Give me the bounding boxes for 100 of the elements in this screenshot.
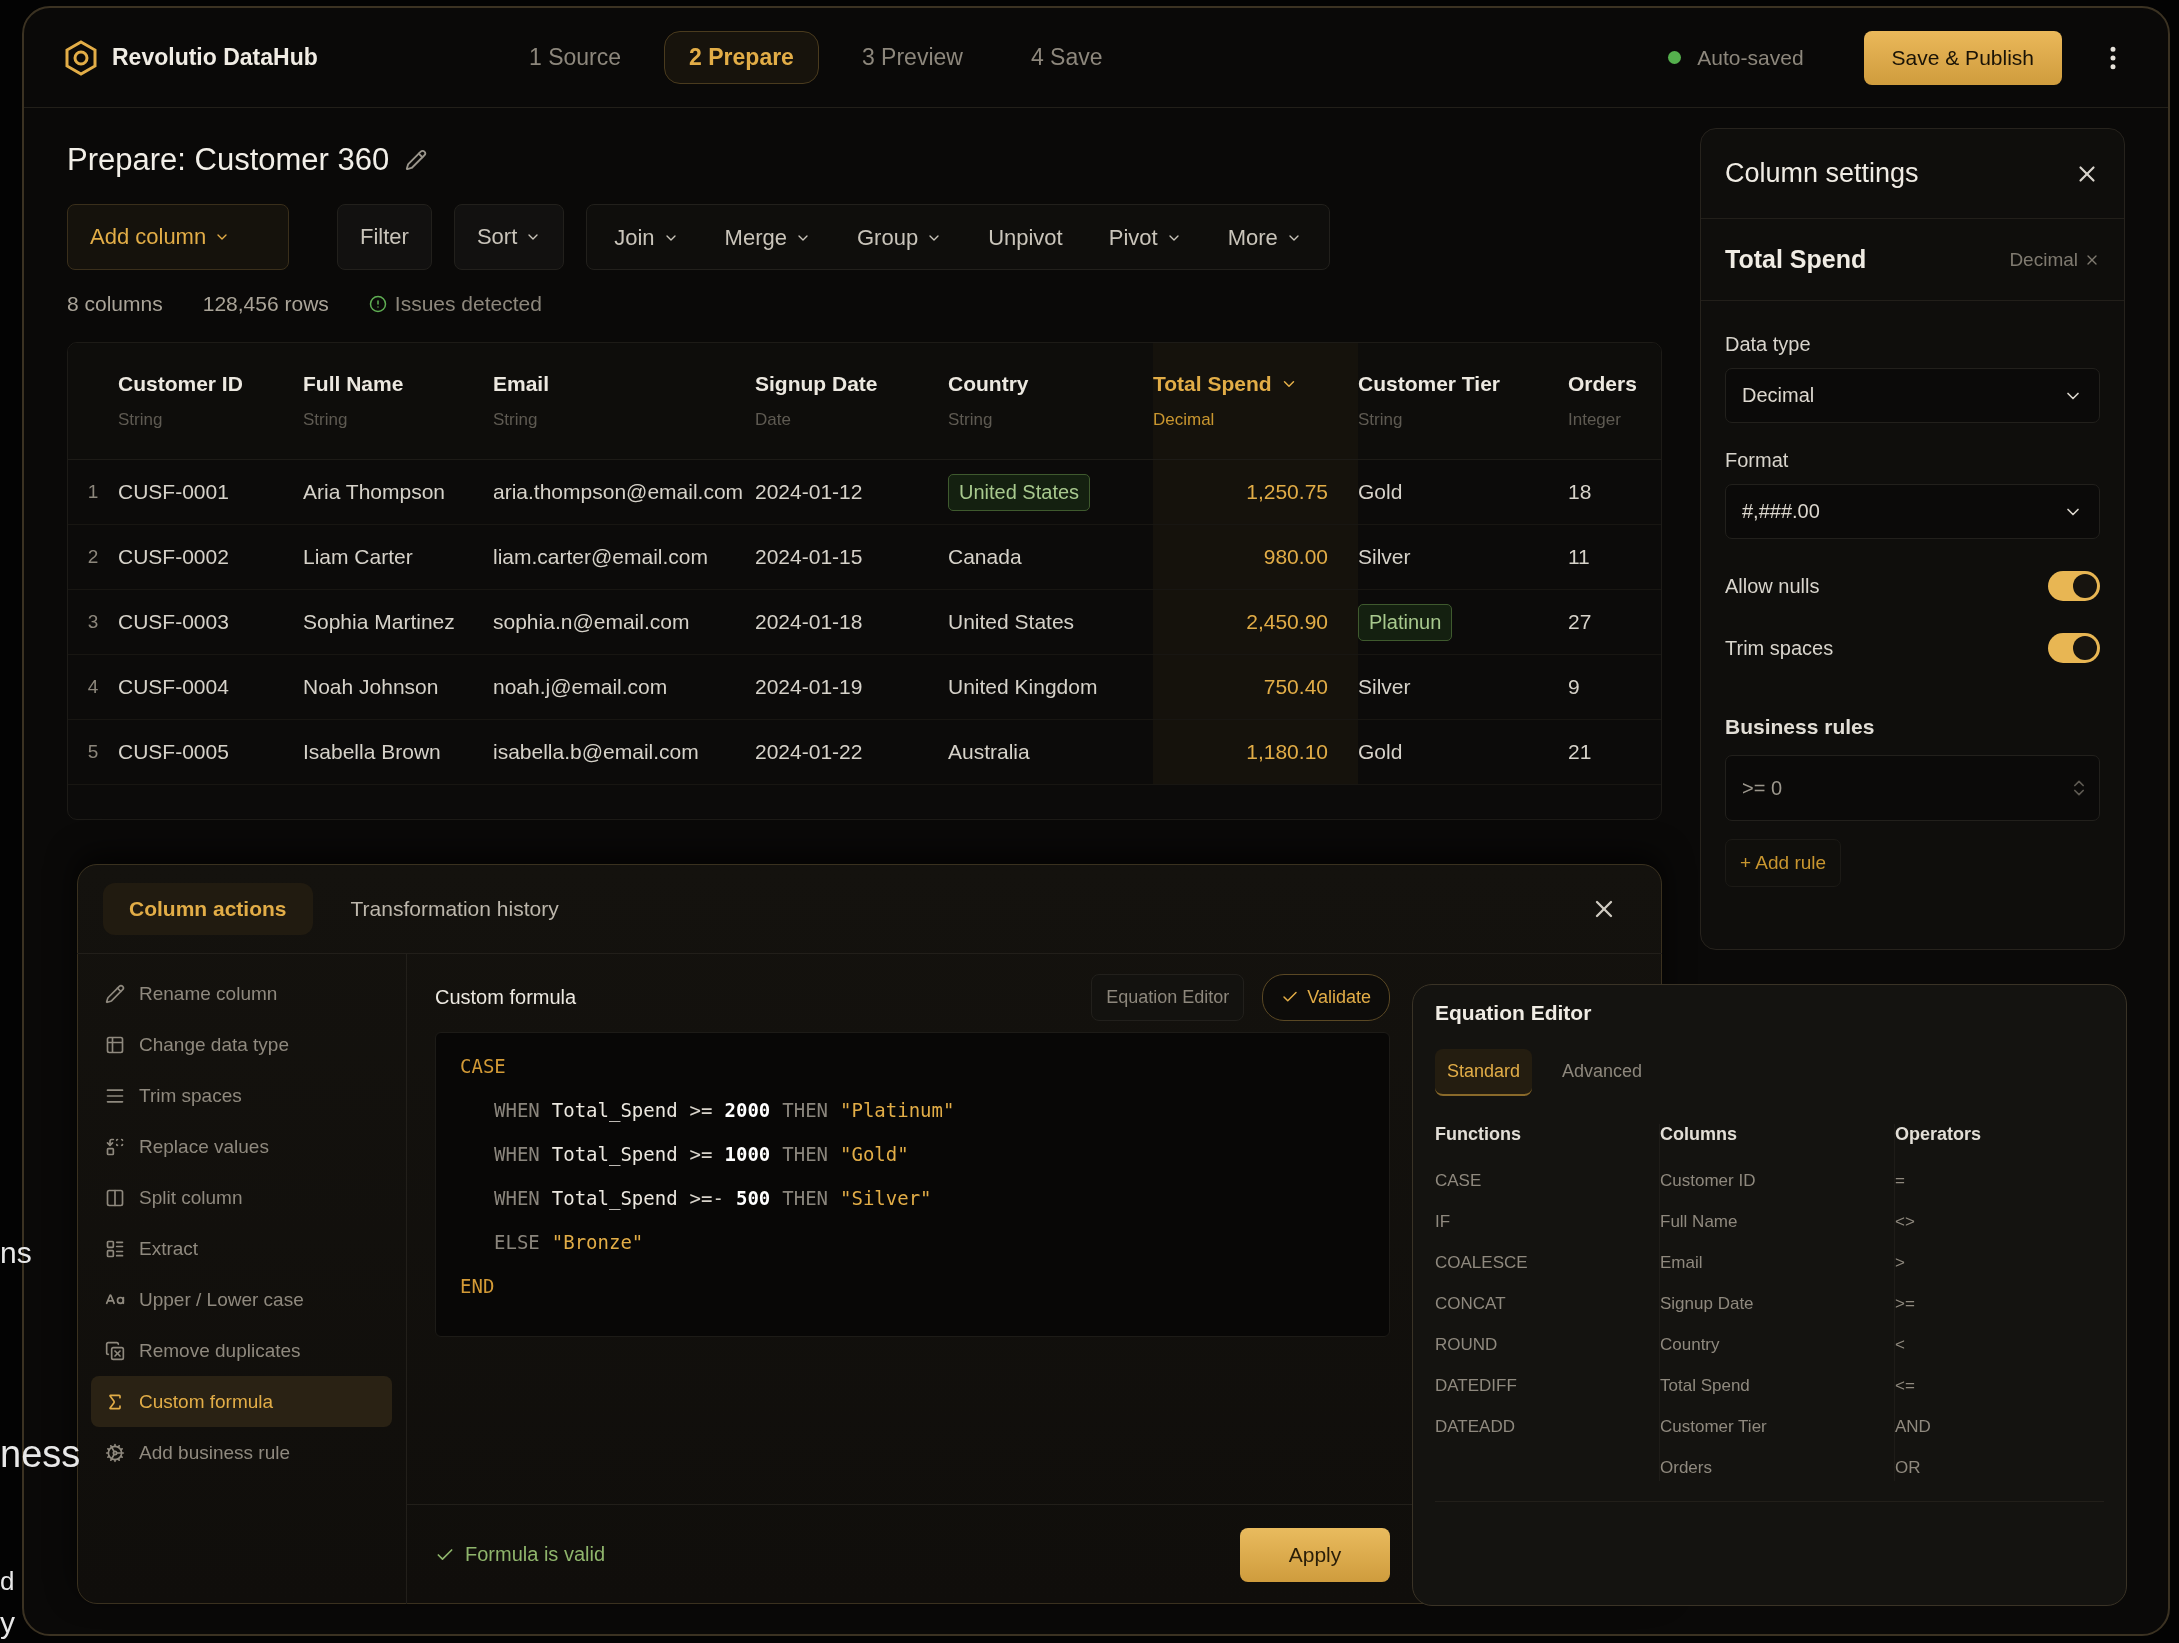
rule-value: >= 0 [1742,776,1783,800]
background-text: y [0,1608,15,1638]
table-cell-text: 2024-01-19 [755,674,864,700]
edit-icon[interactable] [405,149,428,171]
table-cell-text: Gold [1358,479,1404,505]
insert-item[interactable]: CASE [1435,1167,1645,1194]
column-header[interactable]: Country String [948,343,1153,459]
toggle-label: Allow nulls [1725,574,1820,598]
editor-button[interactable]: Equation Editor [1091,973,1245,1021]
insert-item[interactable]: Full Name [1660,1208,1880,1235]
editor-tab[interactable]: Advanced [1550,1049,1655,1096]
panel-tab[interactable]: Transformation history [324,882,585,935]
code-line: CASE [460,1055,507,1077]
action-item[interactable]: Custom formula [91,1376,392,1427]
step-tab[interactable]: 1 Source [504,31,647,84]
table-cell: 980.00 [1153,525,1358,589]
toggle-switch[interactable] [2048,633,2100,663]
action-item[interactable]: Split column [91,1172,392,1223]
issues-link[interactable]: Issues detected [368,292,542,316]
step-tab[interactable]: 4 Save [1005,31,1128,84]
table-cell: 1,250.75 [1153,460,1358,524]
insert-item[interactable]: < [1895,1331,2090,1358]
table-cell-text: CUSF-0004 [118,674,230,700]
toolbar-button[interactable]: Add column [67,204,289,270]
background-text: ns [0,1238,32,1268]
insert-item[interactable]: CONCAT [1435,1290,1645,1317]
apply-button[interactable]: Apply [1240,1527,1390,1582]
section-title: Custom formula [435,985,577,1009]
row-count: 128,456 rows [202,292,329,316]
table-cell-text: 2024-01-15 [755,544,864,570]
column-header[interactable]: Full Name String [303,343,493,459]
column-header[interactable]: Signup Date Date [755,343,948,459]
panel-title: Column settings [1725,158,1919,189]
editor-tab[interactable]: Standard [1435,1049,1533,1096]
column-header[interactable]: Orders Integer [1568,343,1661,459]
insert-item[interactable]: Total Spend [1660,1372,1880,1399]
action-item[interactable]: Replace values [91,1121,392,1172]
code-line: WHEN Total_Spend >= 1000 THEN "Gold" [493,1143,910,1165]
action-item[interactable]: Trim spaces [91,1070,392,1121]
step-tab[interactable]: 2 Prepare [664,31,819,84]
insert-item[interactable]: Signup Date [1660,1290,1880,1317]
column-header[interactable]: Customer Tier String [1358,343,1568,459]
code-line: ELSE "Bronze" [493,1231,645,1253]
insert-item[interactable]: Orders [1660,1454,1880,1481]
column-type: String [948,410,994,430]
hexagon-logo-icon [64,39,98,76]
toolbar-button[interactable]: Sort [453,204,565,270]
publish-button[interactable]: Save & Publish [1863,30,2062,85]
table-cell-text: United States [948,609,1076,635]
toggle-label: Trim spaces [1725,636,1834,660]
insert-item[interactable]: Email [1660,1249,1880,1276]
validate-button[interactable]: Validate [1262,973,1390,1021]
insert-item[interactable]: > [1895,1249,2090,1276]
table-cell-text: Australia [948,739,1031,765]
panel-title: Equation Editor [1435,1001,1593,1025]
insert-item[interactable]: ROUND [1435,1331,1645,1358]
row-number: 3 [86,610,100,634]
insert-item[interactable]: IF [1435,1208,1645,1235]
action-item[interactable]: Extract [91,1223,392,1274]
insert-item[interactable]: >= [1895,1290,2090,1317]
insert-item[interactable]: DATEADD [1435,1413,1645,1440]
insert-item[interactable]: Customer Tier [1660,1413,1880,1440]
toolbar-button[interactable]: More [1204,205,1325,271]
action-item[interactable]: Add business rule [91,1427,392,1478]
toolbar-button[interactable]: Merge [701,205,834,271]
insert-item[interactable]: <> [1895,1208,2090,1235]
page-title: Prepare: Customer 360 [67,142,390,178]
insert-item[interactable]: <= [1895,1372,2090,1399]
column-header[interactable]: Email String [493,343,755,459]
column-header[interactable]: Total Spend Decimal [1153,343,1358,459]
column-type: String [1358,410,1404,430]
add-rule-button[interactable]: + Add rule [1725,839,1842,887]
insert-item[interactable]: OR [1895,1454,2090,1481]
code-editor[interactable]: CASE WHEN Total_Spend >= 2000 THEN "Platinum" WHEN Total_Spend >= 1000 THEN "Gold" WHEN Total_Spend >=- 500 THEN "Silver" ELSE "Bronze" END [435,1032,1390,1337]
toggle-switch[interactable] [2048,571,2100,601]
toolbar-button[interactable]: Pivot [1085,205,1205,271]
select-field[interactable]: Decimal [1725,368,2100,423]
action-item[interactable]: Remove duplicates [91,1325,392,1376]
action-item[interactable]: Change data type [91,1019,392,1070]
column-header[interactable]: Customer ID String [118,343,303,459]
table-cell-text: 11 [1568,544,1591,570]
toolbar-button[interactable]: Filter [337,204,432,270]
toolbar-button[interactable]: Join [591,205,702,271]
step-tab[interactable]: 3 Preview [836,31,988,84]
insert-item[interactable]: Customer ID [1660,1167,1880,1194]
action-item[interactable]: Rename column [91,968,392,1019]
list-icon [105,1238,125,1259]
action-item[interactable]: Upper / Lower case [91,1274,392,1325]
toolbar-button[interactable]: Group [833,205,966,271]
insert-item[interactable]: COALESCE [1435,1249,1645,1276]
insert-item[interactable]: AND [1895,1413,2090,1440]
app-name: Revolutio DataHub [112,44,318,71]
table-icon [105,1034,125,1055]
insert-item[interactable]: Country [1660,1331,1880,1358]
panel-tab[interactable]: Column actions [103,882,313,935]
insert-item[interactable]: DATEDIFF [1435,1372,1645,1399]
select-field[interactable]: #,###.00 [1725,484,2100,539]
insert-item[interactable]: = [1895,1167,2090,1194]
toolbar-button[interactable]: Unpivot [965,205,1086,271]
rule-input-field[interactable]: >= 0 [1725,755,2100,821]
